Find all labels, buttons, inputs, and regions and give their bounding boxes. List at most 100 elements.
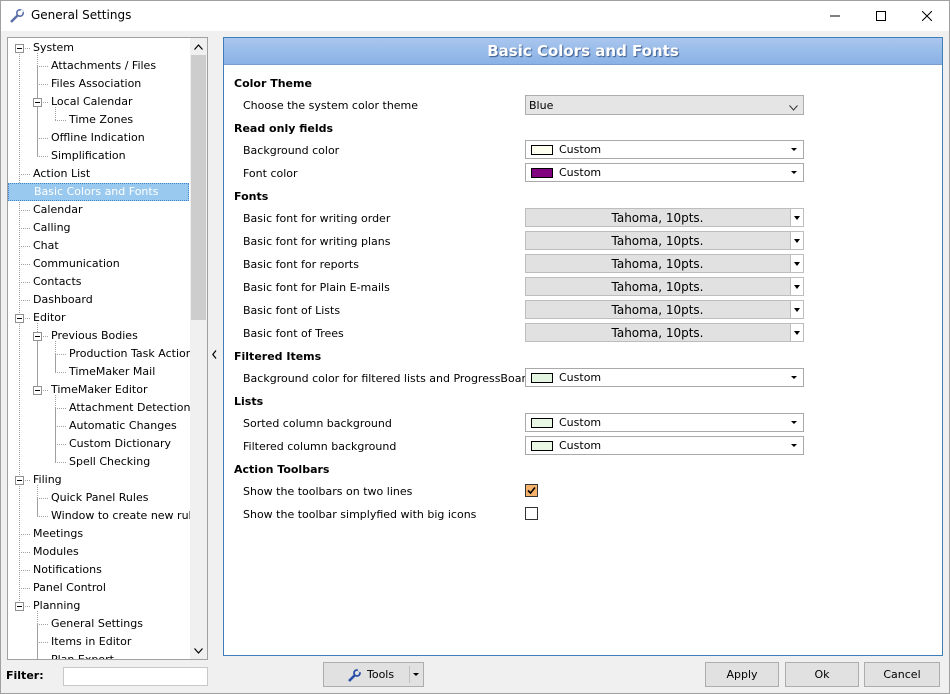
collapse-toggle-icon[interactable] (15, 602, 24, 611)
tree-item[interactable]: Simplification (49, 147, 130, 165)
scroll-thumb[interactable] (191, 55, 206, 320)
section-filtered-items: Filtered Items (234, 350, 322, 363)
font-picker[interactable]: Tahoma, 10pts. (525, 323, 804, 342)
apply-button[interactable]: Apply (705, 662, 779, 687)
tree-item[interactable]: Meetings (31, 525, 87, 543)
tree-item[interactable]: Offline Indication (49, 129, 149, 147)
tools-label: Tools (367, 668, 395, 681)
tree-item[interactable]: Contacts (31, 273, 86, 291)
dropdown-arrow-icon[interactable] (790, 255, 803, 272)
tree-item[interactable]: Attachment Detection (67, 399, 194, 417)
tree-item[interactable]: Action List (31, 165, 94, 183)
font-value: Tahoma, 10pts. (611, 303, 704, 317)
tree-vertical-scrollbar[interactable] (190, 38, 207, 659)
settings-wrench-icon (9, 8, 25, 24)
dropdown-arrow-icon[interactable] (790, 324, 803, 341)
font-picker[interactable]: Tahoma, 10pts. (525, 208, 804, 227)
tree-item[interactable]: Items in Editor (49, 633, 135, 651)
collapse-toggle-icon[interactable] (15, 44, 24, 53)
dropdown-arrow-icon[interactable] (790, 232, 803, 249)
color-swatch (531, 441, 553, 451)
tree-item[interactable]: Attachments / Files (49, 57, 160, 75)
tree-item[interactable]: Notifications (31, 561, 106, 579)
cancel-button[interactable]: Cancel (864, 662, 940, 687)
tree-item[interactable]: Time Zones (67, 111, 137, 129)
font-picker[interactable]: Tahoma, 10pts. (525, 277, 804, 296)
chevron-down-icon (789, 101, 798, 114)
maximize-button[interactable] (858, 0, 904, 31)
color-swatch (531, 418, 553, 428)
tools-button[interactable]: Tools (323, 662, 424, 687)
tree-item-label: Attachment Detection (69, 401, 191, 414)
scroll-up-arrow-icon[interactable] (190, 38, 207, 55)
read-only-font-color-picker[interactable]: Custom (525, 163, 804, 182)
tree-item[interactable]: TimeMaker Mail (67, 363, 159, 381)
tree-item[interactable]: Quick Panel Rules (49, 489, 152, 507)
font-row-label: Basic font for Plain E-mails (243, 281, 390, 294)
close-button[interactable] (904, 0, 950, 31)
tree-item[interactable]: Dashboard (31, 291, 97, 309)
tree-item[interactable]: Automatic Changes (67, 417, 181, 435)
collapse-toggle-icon[interactable] (33, 332, 42, 341)
font-picker[interactable]: Tahoma, 10pts. (525, 300, 804, 319)
tree-item-label: Time Zones (69, 113, 134, 126)
color-value: Custom (559, 143, 602, 156)
tree-item-label: Panel Control (33, 581, 106, 594)
dropdown-arrow-icon[interactable] (790, 301, 803, 318)
font-picker[interactable]: Tahoma, 10pts. (525, 254, 804, 273)
tree-item[interactable]: Calendar (31, 201, 86, 219)
settings-tree[interactable]: System Attachments / Files Files Associati… (7, 37, 208, 660)
tree-item[interactable]: Planning (31, 597, 84, 615)
dropdown-arrow-icon[interactable] (413, 673, 419, 676)
dropdown-arrow-icon[interactable] (790, 278, 803, 295)
collapse-toggle-icon[interactable] (15, 314, 24, 323)
section-fonts: Fonts (234, 190, 269, 203)
splitter-collapse-icon[interactable] (212, 350, 217, 362)
panel-title: Basic Colors and Fonts (224, 38, 942, 65)
color-value: Custom (559, 371, 602, 384)
scroll-down-arrow-icon[interactable] (190, 642, 207, 659)
big-icons-checkbox[interactable] (525, 507, 538, 520)
tree-item[interactable]: Previous Bodies (49, 327, 142, 345)
two-lines-checkbox[interactable] (525, 484, 538, 497)
tree-item-label: Modules (33, 545, 79, 558)
tree-item[interactable]: TimeMaker Editor (49, 381, 151, 399)
tree-item[interactable]: Window to create new rule (49, 507, 202, 525)
filtered-background-color-picker[interactable]: Custom (525, 368, 804, 387)
tree-item[interactable]: System (31, 39, 78, 57)
collapse-toggle-icon[interactable] (33, 386, 42, 395)
font-value: Tahoma, 10pts. (611, 326, 704, 340)
tree-item[interactable]: Panel Control (31, 579, 110, 597)
tree-item[interactable]: Editor (31, 309, 70, 327)
ok-button[interactable]: Ok (785, 662, 859, 687)
tree-item[interactable]: Chat (31, 237, 63, 255)
filter-input[interactable] (63, 667, 208, 686)
section-read-only-fields: Read only fields (234, 122, 334, 135)
font-value: Tahoma, 10pts. (611, 280, 704, 294)
tree-item[interactable]: Basic Colors and Fonts (8, 183, 189, 201)
tree-item[interactable]: Production Task Action (67, 345, 197, 363)
minimize-button[interactable] (812, 0, 858, 31)
collapse-toggle-icon[interactable] (15, 476, 24, 485)
tree-item[interactable]: Calling (31, 219, 75, 237)
font-picker[interactable]: Tahoma, 10pts. (525, 231, 804, 250)
dropdown-arrow-icon[interactable] (790, 209, 803, 226)
read-only-background-label: Background color (243, 144, 340, 157)
font-row-label: Basic font for reports (243, 258, 359, 271)
tree-item[interactable]: Modules (31, 543, 83, 561)
tree-item[interactable]: Communication (31, 255, 124, 273)
sorted-column-color-picker[interactable]: Custom (525, 413, 804, 432)
tree-item-label: Notifications (33, 563, 102, 576)
tree-item[interactable]: Local Calendar (49, 93, 136, 111)
tree-item[interactable]: Filing (31, 471, 66, 489)
collapse-toggle-icon[interactable] (33, 98, 42, 107)
tree-item[interactable]: Custom Dictionary (67, 435, 175, 453)
read-only-background-color-picker[interactable]: Custom (525, 140, 804, 159)
tree-item[interactable]: Files Association (49, 75, 145, 93)
filtered-column-color-picker[interactable]: Custom (525, 436, 804, 455)
tree-item[interactable]: General Settings (49, 615, 147, 633)
tree-item-label: Plan Export (51, 653, 114, 660)
tree-item[interactable]: Plan Export (49, 651, 118, 660)
tree-item[interactable]: Spell Checking (67, 453, 154, 471)
color-theme-select[interactable]: Blue (525, 95, 804, 115)
